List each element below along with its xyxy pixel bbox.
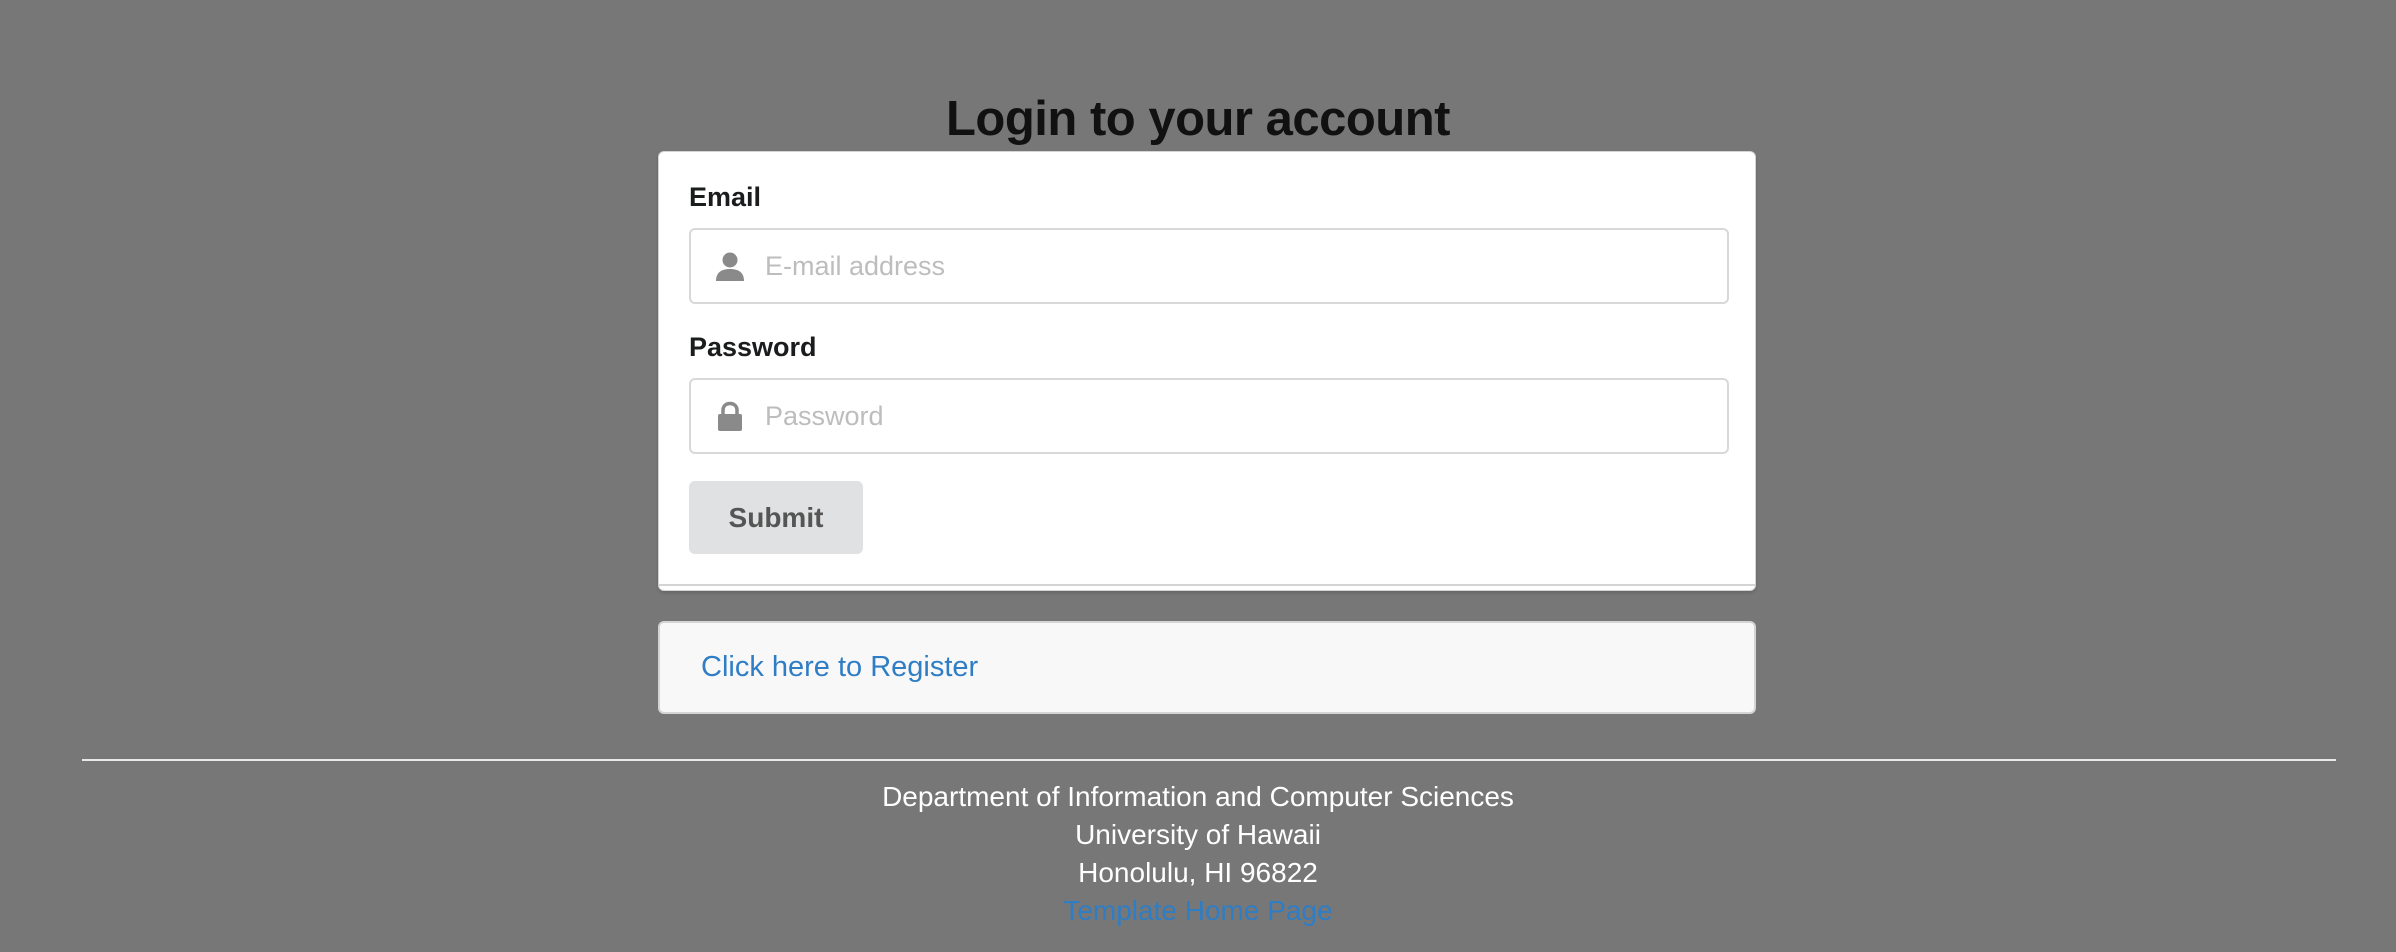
footer-address: Honolulu, HI 96822	[1078, 857, 1318, 888]
footer-department: Department of Information and Computer S…	[882, 781, 1514, 812]
login-form-card: Email Password Submit	[658, 151, 1756, 591]
password-input[interactable]	[765, 380, 1711, 452]
card-divider	[659, 584, 1755, 586]
login-page: Login to your account Email Password Su	[0, 0, 2396, 952]
user-icon	[713, 250, 747, 284]
lock-icon	[713, 400, 747, 434]
register-message: Click here to Register	[658, 621, 1756, 714]
email-label: Email	[689, 182, 762, 212]
submit-button[interactable]: Submit	[689, 481, 863, 554]
password-field[interactable]	[689, 378, 1729, 454]
email-input[interactable]	[765, 230, 1711, 302]
footer: Department of Information and Computer S…	[0, 778, 2396, 930]
footer-university: University of Hawaii	[1075, 819, 1321, 850]
template-home-link[interactable]: Template Home Page	[1063, 895, 1332, 926]
password-label: Password	[689, 332, 817, 362]
footer-divider	[82, 759, 2336, 761]
page-title: Login to your account	[946, 91, 1450, 146]
register-link[interactable]: Click here to Register	[701, 651, 978, 684]
email-field[interactable]	[689, 228, 1729, 304]
